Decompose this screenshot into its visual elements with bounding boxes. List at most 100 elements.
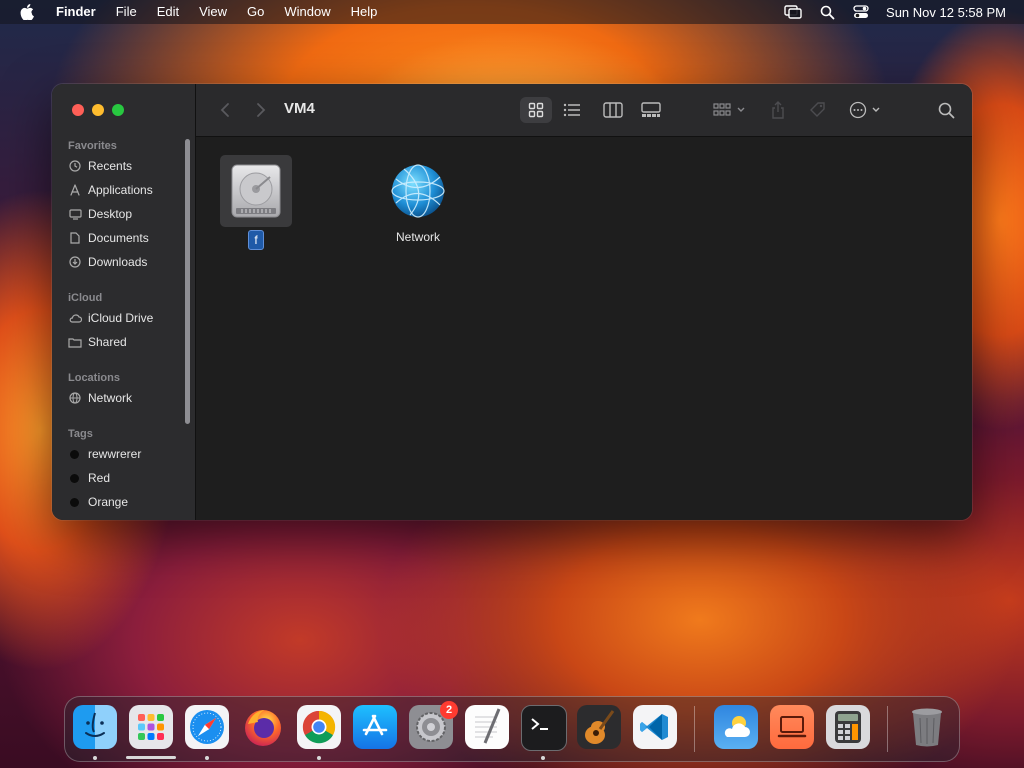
sidebar-item-label: Desktop	[88, 207, 133, 221]
globe-icon	[68, 391, 82, 405]
sidebar-item-label: Network	[88, 391, 133, 405]
finder-window: Favorites Recents Applications Desktop D…	[52, 84, 972, 520]
dock-chrome-icon[interactable]	[297, 705, 341, 749]
window-title: VM4	[284, 100, 315, 117]
screen-mirroring-icon[interactable]	[784, 5, 802, 19]
search-icon[interactable]	[932, 97, 960, 123]
dock-trash-icon[interactable]	[905, 705, 949, 749]
sidebar-item-label: iCloud Drive	[88, 311, 154, 325]
applications-icon	[68, 183, 82, 197]
sidebar-item-icloud-drive[interactable]: iCloud Drive	[68, 308, 153, 328]
column-view-button[interactable]	[596, 97, 630, 123]
sidebar-item-label: rewwrerer	[88, 447, 142, 461]
menu-help[interactable]: Help	[341, 0, 388, 24]
menu-file[interactable]: File	[106, 0, 147, 24]
menu-bar-clock[interactable]: Sun Nov 12 5:58 PM	[886, 5, 1006, 20]
dock-separator	[694, 706, 695, 752]
shared-folder-icon	[68, 335, 82, 349]
menu-edit[interactable]: Edit	[147, 0, 189, 24]
sidebar-item-label: Recents	[88, 159, 133, 173]
sidebar-item-applications[interactable]: Applications	[68, 180, 153, 200]
document-icon	[68, 231, 82, 245]
sidebar-item-desktop[interactable]: Desktop	[68, 204, 132, 224]
finder-sidebar: Favorites Recents Applications Desktop D…	[52, 84, 196, 520]
sidebar-tag-red[interactable]: Red	[68, 468, 110, 488]
apple-menu-icon[interactable]	[18, 4, 36, 20]
columns-icon	[603, 102, 623, 118]
dock-weather-icon[interactable]	[714, 705, 758, 749]
ellipsis-circle-icon	[849, 101, 880, 119]
zoom-button[interactable]	[112, 104, 124, 116]
sidebar-header-locations: Locations	[68, 372, 120, 384]
finder-toolbar: VM4	[196, 84, 972, 137]
filename-rename-field[interactable]: f	[248, 230, 264, 250]
list-view-button[interactable]	[556, 97, 588, 123]
sidebar-item-label: Documents	[88, 231, 149, 245]
sidebar-tag-rewwrerer[interactable]: rewwrerer	[68, 444, 141, 464]
sidebar-item-recents[interactable]: Recents	[68, 156, 132, 176]
sidebar-item-label: Downloads	[88, 255, 148, 269]
notification-badge: 2	[440, 701, 458, 719]
menu-go[interactable]: Go	[237, 0, 274, 24]
forward-chevron-icon[interactable]	[250, 97, 272, 123]
menu-bar: Finder File Edit View Go Window Help Sun…	[0, 0, 1024, 24]
tag-dot-icon	[68, 471, 82, 485]
file-browser-area[interactable]: f Network	[196, 137, 972, 520]
dock-launchpad-indicator	[126, 756, 176, 759]
menu-window[interactable]: Window	[274, 0, 340, 24]
close-button[interactable]	[72, 104, 84, 116]
dock-finder-icon[interactable]	[73, 705, 117, 749]
dock-vscode-icon[interactable]	[633, 705, 677, 749]
tag-icon[interactable]	[804, 97, 832, 123]
network-globe-icon[interactable]	[382, 155, 454, 227]
window-controls	[72, 104, 132, 116]
dock-separator	[887, 706, 888, 752]
share-icon[interactable]	[764, 97, 792, 123]
sidebar-item-shared[interactable]: Shared	[68, 332, 127, 352]
sidebar-item-documents[interactable]: Documents	[68, 228, 149, 248]
hard-drive-icon[interactable]	[220, 155, 292, 227]
list-icon	[563, 103, 580, 117]
menu-view[interactable]: View	[189, 0, 237, 24]
file-item-network[interactable]: Network	[382, 155, 454, 244]
dock: 2	[64, 696, 960, 762]
minimize-button[interactable]	[92, 104, 104, 116]
dock-running-indicator	[205, 756, 209, 760]
file-item-f[interactable]: f	[220, 155, 292, 250]
back-chevron-icon[interactable]	[214, 97, 236, 123]
sidebar-item-downloads[interactable]: Downloads	[68, 252, 147, 272]
group-by-button[interactable]	[708, 97, 752, 123]
dock-calculator-icon[interactable]	[826, 705, 870, 749]
menu-app-finder[interactable]: Finder	[46, 0, 106, 24]
sidebar-header-icloud: iCloud	[68, 292, 103, 304]
dock-launchpad-icon[interactable]	[129, 705, 173, 749]
dock-textedit-icon[interactable]	[465, 705, 509, 749]
clock-icon	[68, 159, 82, 173]
desktop-icon	[68, 207, 82, 221]
dock-terminal-icon[interactable]	[521, 705, 567, 751]
icon-view-button[interactable]	[520, 97, 552, 123]
dock-system-settings-icon[interactable]: 2	[409, 701, 458, 749]
sidebar-header-tags: Tags	[68, 428, 93, 440]
sidebar-item-label: Shared	[88, 335, 127, 349]
control-center-icon[interactable]	[853, 5, 869, 19]
dock-firefox-icon[interactable]	[241, 705, 285, 749]
sidebar-scrollbar[interactable]	[185, 139, 190, 424]
sidebar-item-label: Red	[88, 471, 111, 485]
sidebar-tag-orange[interactable]: Orange	[68, 492, 128, 512]
dock-screen-sharing-icon[interactable]	[770, 705, 814, 749]
sidebar-item-network[interactable]: Network	[68, 388, 132, 408]
dock-app-store-icon[interactable]	[353, 705, 397, 749]
dock-safari-icon[interactable]	[185, 705, 229, 749]
sidebar-item-label: Applications	[88, 183, 153, 197]
dock-running-indicator	[541, 756, 545, 760]
group-grid-icon	[713, 103, 745, 116]
spotlight-search-icon[interactable]	[820, 5, 835, 20]
gallery-view-button[interactable]	[634, 97, 668, 123]
action-more-button[interactable]	[846, 97, 888, 123]
file-name-label: Network	[395, 230, 440, 244]
cloud-icon	[68, 311, 82, 325]
dock-garageband-icon[interactable]	[577, 705, 621, 749]
sidebar-item-label: Orange	[88, 495, 129, 509]
sidebar-header-favorites: Favorites	[68, 140, 117, 152]
